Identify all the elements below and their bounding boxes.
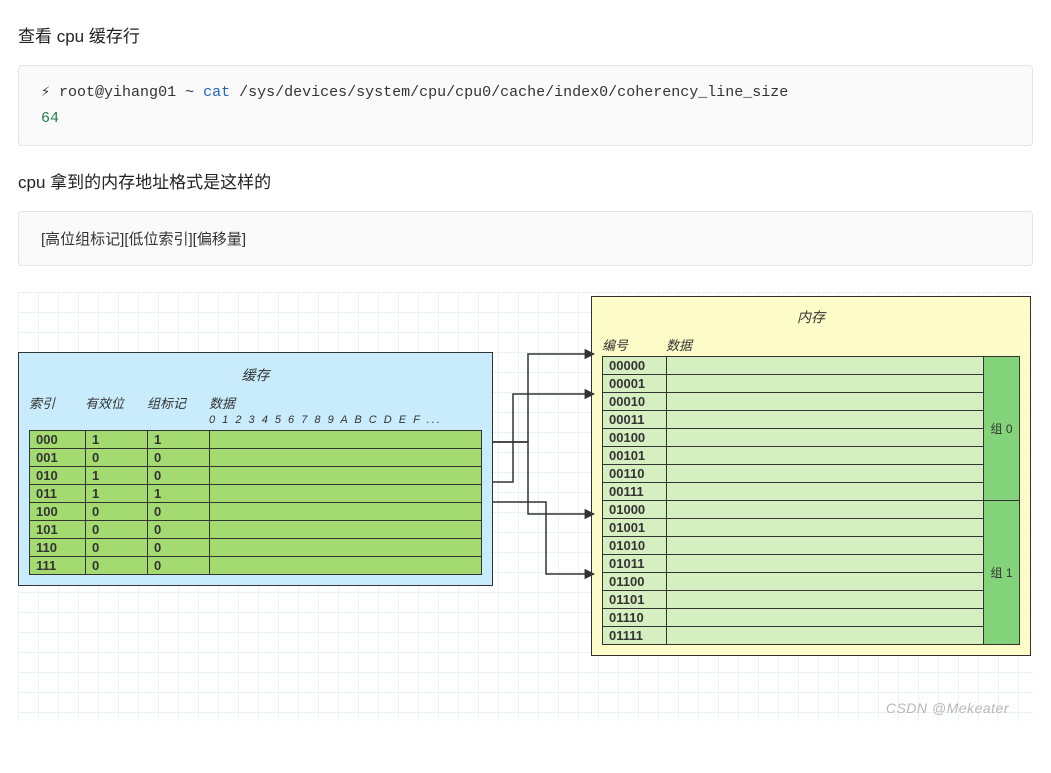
cache-memory-diagram: 缓存 索引 有效位 组标记 数据 0 1 2 3 4 5 6 7 8 9 A B…	[18, 292, 1033, 722]
table-row: 11000	[30, 539, 482, 557]
memory-title: 内存	[602, 307, 1020, 327]
table-row: 01111	[603, 627, 984, 645]
memory-panel: 内存 编号 数据 00000 00001 00010 00011 00100 0…	[591, 296, 1031, 656]
table-row: 00111	[603, 483, 984, 501]
table-row: 00100	[30, 449, 482, 467]
memory-header-id: 编号	[602, 335, 666, 354]
table-row: 10000	[30, 503, 482, 521]
cache-header-tag: 组标记	[147, 393, 209, 412]
address-format-block: [高位组标记][低位索引][偏移量]	[18, 211, 1033, 266]
command: cat	[203, 84, 230, 101]
table-row: 10100	[30, 521, 482, 539]
table-row: 00110	[603, 465, 984, 483]
table-row: 01000	[603, 501, 984, 519]
memory-header-data: 数据	[666, 335, 1020, 354]
table-row: 01010	[30, 467, 482, 485]
shell-prompt: root@yihang01 ~	[59, 84, 194, 101]
cache-data-columns: 0 1 2 3 4 5 6 7 8 9 A B C D E F ...	[209, 414, 482, 426]
prompt-glyph: ⚡	[41, 84, 50, 101]
group-0-label: 组 0	[984, 356, 1020, 501]
table-row: 00101	[603, 447, 984, 465]
command-path: /sys/devices/system/cpu/cpu0/cache/index…	[239, 84, 788, 101]
table-row: 01111	[30, 485, 482, 503]
table-row: 01101	[603, 591, 984, 609]
group-1-label: 组 1	[984, 501, 1020, 645]
table-row: 00011	[603, 411, 984, 429]
cache-header-data: 数据	[209, 393, 482, 412]
cache-title: 缓存	[29, 365, 482, 385]
code-block: ⚡ root@yihang01 ~ cat /sys/devices/syste…	[18, 65, 1033, 146]
memory-header-row: 编号 数据	[602, 335, 1020, 354]
table-row: 00010	[603, 393, 984, 411]
table-row: 01001	[603, 519, 984, 537]
table-row: 00001	[603, 375, 984, 393]
table-row: 01011	[603, 555, 984, 573]
memory-table: 00000 00001 00010 00011 00100 00101 0011…	[602, 356, 984, 645]
table-row: 00100	[603, 429, 984, 447]
table-row: 00000	[603, 357, 984, 375]
heading-cache-line: 查看 cpu 缓存行	[18, 22, 1033, 47]
cache-table: 00011 00100 01010 01111 10000 10100 1100…	[29, 430, 482, 575]
table-row: 00011	[30, 431, 482, 449]
group-column: 组 0 组 1	[984, 356, 1020, 645]
watermark: CSDN @Mekeater	[886, 700, 1009, 716]
table-row: 11100	[30, 557, 482, 575]
cache-panel: 缓存 索引 有效位 组标记 数据 0 1 2 3 4 5 6 7 8 9 A B…	[18, 352, 493, 586]
cache-header-index: 索引	[29, 393, 85, 412]
command-output: 64	[41, 110, 59, 127]
cache-header-row: 索引 有效位 组标记 数据	[29, 393, 482, 412]
heading-address-format: cpu 拿到的内存地址格式是这样的	[18, 168, 1033, 193]
table-row: 01110	[603, 609, 984, 627]
table-row: 01100	[603, 573, 984, 591]
cache-header-valid: 有效位	[85, 393, 147, 412]
table-row: 01010	[603, 537, 984, 555]
